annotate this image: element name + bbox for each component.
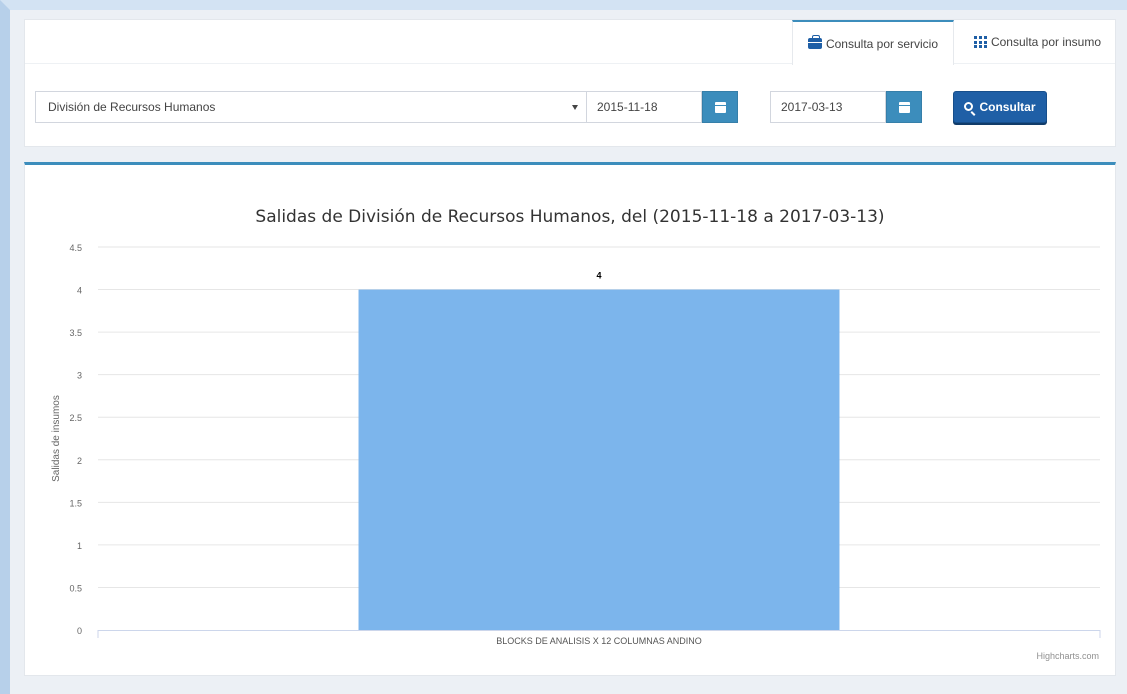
- y-tick-label: 3.5: [69, 328, 82, 338]
- query-panel: Consulta por servicio Consulta por insum…: [24, 19, 1116, 147]
- x-tick-label: BLOCKS DE ANALISIS X 12 COLUMNAS ANDINO: [496, 636, 702, 646]
- y-tick-label: 0: [77, 626, 82, 636]
- tab-label: Consulta por servicio: [825, 36, 939, 51]
- y-axis-title: Salidas de insumos: [51, 395, 62, 482]
- date-from-value: 2015-11-18: [597, 100, 658, 114]
- y-tick-label: 3: [77, 371, 82, 381]
- date-from-input[interactable]: 2015-11-18: [586, 91, 702, 123]
- y-tick-label: 2: [77, 456, 82, 466]
- consultar-button[interactable]: Consultar: [953, 91, 1047, 123]
- consultar-label: Consultar: [979, 100, 1036, 114]
- calendar-icon: [714, 101, 726, 113]
- data-label: 4: [596, 271, 601, 281]
- tab-consulta-por-insumo[interactable]: Consulta por insumo: [960, 20, 1115, 64]
- search-icon: [964, 101, 974, 111]
- tab-consulta-por-servicio[interactable]: Consulta por servicio: [792, 20, 954, 65]
- bar: [358, 289, 840, 630]
- tab-bar: Consulta por servicio Consulta por insum…: [25, 20, 1115, 65]
- calendar-icon: [898, 101, 910, 113]
- service-select-value: División de Recursos Humanos: [48, 100, 216, 114]
- date-to-input[interactable]: 2017-03-13: [770, 91, 886, 123]
- service-select[interactable]: División de Recursos Humanos: [35, 91, 591, 123]
- y-tick-label: 1: [77, 541, 82, 551]
- grid-icon: [973, 36, 987, 48]
- y-tick-label: 2.5: [69, 413, 82, 423]
- date-from-calendar-button[interactable]: [702, 91, 738, 123]
- y-tick-label: 4: [77, 286, 82, 296]
- date-to-calendar-button[interactable]: [886, 91, 922, 123]
- briefcase-icon: [807, 35, 822, 49]
- highcharts-credits-link[interactable]: Highcharts.com: [1036, 651, 1099, 661]
- y-tick-label: 0.5: [69, 583, 82, 593]
- date-to-value: 2017-03-13: [781, 100, 843, 114]
- y-tick-label: 1.5: [69, 498, 82, 508]
- y-tick-label: 4.5: [69, 243, 82, 253]
- chart-panel: Salidas de División de Recursos Humanos,…: [24, 162, 1116, 676]
- caret-down-icon: [572, 104, 578, 110]
- bar-chart: 0 0.5 1 1.5 2 2.5 3 3.5 4 4.5 4 BLOCKS DE ANALISIS …: [51, 243, 1101, 646]
- tab-label: Consulta por insumo: [990, 35, 1102, 49]
